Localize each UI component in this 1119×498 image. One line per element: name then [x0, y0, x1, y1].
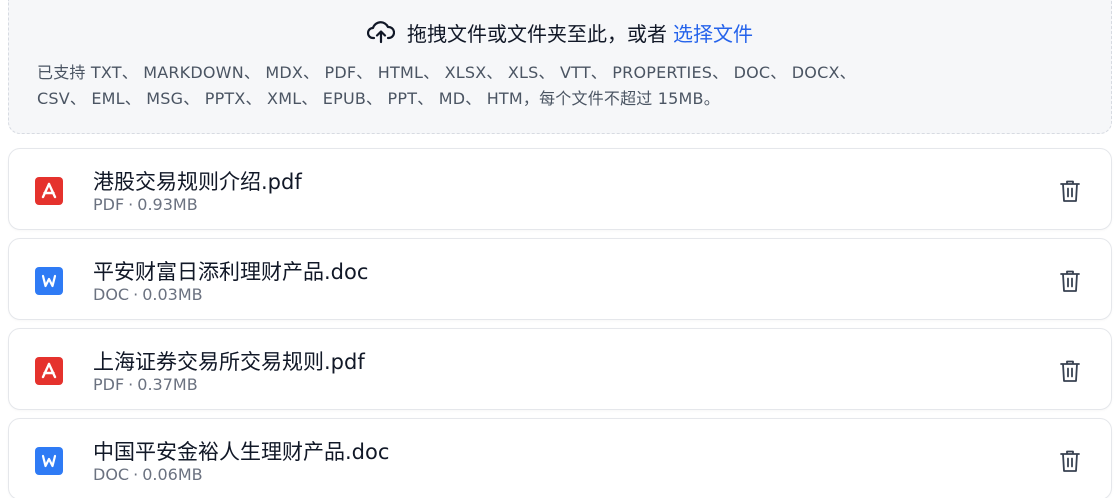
file-size: 0.06MB: [142, 465, 203, 484]
file-type: DOC: [93, 465, 130, 484]
file-item: 港股交易规则介绍.pdf PDF · 0.93MB: [8, 148, 1112, 230]
pdf-icon: [35, 177, 63, 205]
trash-icon: [1060, 450, 1080, 472]
file-meta: DOC · 0.03MB: [93, 285, 203, 304]
cloud-upload-icon: [367, 21, 395, 44]
file-name: 上海证券交易所交易规则.pdf: [93, 350, 365, 374]
upload-prompt: 拖拽文件或文件夹至此，或者 选择文件: [9, 18, 1111, 46]
file-type: PDF: [93, 195, 125, 214]
file-name: 中国平安金裕人生理财产品.doc: [93, 440, 390, 464]
file-name: 平安财富日添利理财产品.doc: [93, 260, 369, 284]
delete-file-button[interactable]: [1057, 177, 1083, 205]
file-item: 中国平安金裕人生理财产品.doc DOC · 0.06MB: [8, 418, 1112, 498]
word-doc-icon: [35, 267, 63, 295]
formats-line-1: 已支持 TXT、 MARKDOWN、 MDX、 PDF、 HTML、 XLSX、…: [37, 63, 856, 82]
meta-separator: ·: [128, 375, 134, 394]
meta-separator: ·: [133, 465, 139, 484]
file-size: 0.37MB: [137, 375, 198, 394]
delete-file-button[interactable]: [1057, 357, 1083, 385]
file-type: PDF: [93, 375, 125, 394]
upload-prompt-text: 拖拽文件或文件夹至此，或者: [407, 21, 667, 46]
file-meta: DOC · 0.06MB: [93, 465, 203, 484]
file-name: 港股交易规则介绍.pdf: [93, 170, 302, 194]
file-list: 港股交易规则介绍.pdf PDF · 0.93MB 平安财富日添利理财产品.doc …: [8, 148, 1112, 498]
file-item: 平安财富日添利理财产品.doc DOC · 0.03MB: [8, 238, 1112, 320]
file-item: 上海证券交易所交易规则.pdf PDF · 0.37MB: [8, 328, 1112, 410]
trash-icon: [1060, 180, 1080, 202]
meta-separator: ·: [133, 285, 139, 304]
file-meta: PDF · 0.93MB: [93, 195, 198, 214]
supported-formats-text: 已支持 TXT、 MARKDOWN、 MDX、 PDF、 HTML、 XLSX、…: [37, 60, 1087, 112]
trash-icon: [1060, 270, 1080, 292]
upload-dropzone[interactable]: 拖拽文件或文件夹至此，或者 选择文件 已支持 TXT、 MARKDOWN、 MD…: [8, 0, 1112, 134]
meta-separator: ·: [128, 195, 134, 214]
delete-file-button[interactable]: [1057, 447, 1083, 475]
file-size: 0.03MB: [142, 285, 203, 304]
formats-line-2: CSV、 EML、 MSG、 PPTX、 XML、 EPUB、 PPT、 MD、…: [37, 89, 720, 108]
file-meta: PDF · 0.37MB: [93, 375, 198, 394]
file-type: DOC: [93, 285, 130, 304]
delete-file-button[interactable]: [1057, 267, 1083, 295]
file-size: 0.93MB: [137, 195, 198, 214]
select-file-link[interactable]: 选择文件: [673, 18, 753, 47]
trash-icon: [1060, 360, 1080, 382]
pdf-icon: [35, 357, 63, 385]
word-doc-icon: [35, 447, 63, 475]
